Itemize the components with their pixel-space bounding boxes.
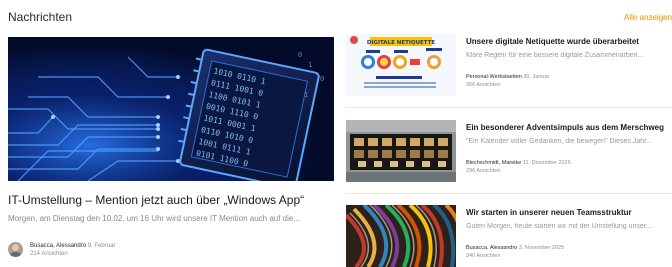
section-title: Nachrichten (8, 10, 73, 24)
view-count: 296 Ansichten (466, 168, 501, 174)
featured-title[interactable]: IT-Umstellung – Mention jetzt auch über … (8, 193, 304, 207)
news-title[interactable]: Unsere digitale Netiquette wurde überarb… (466, 37, 639, 46)
avatar (8, 242, 23, 257)
featured-meta: Busacca, Alessandro 9. Februar 214 Ansic… (30, 242, 115, 258)
news-thumbnail[interactable]: DIGITALE NETIQUETTE (346, 34, 456, 96)
view-count: 306 Ansichten (466, 82, 501, 88)
author-name[interactable]: Personal-Werkstaetten (466, 74, 522, 80)
news-meta: Personal-Werkstaetten 30. Januar 306 Ans… (466, 73, 549, 89)
post-date: 30. Januar (523, 74, 550, 80)
news-excerpt: "Ein Kalender voller Gedanken, die beweg… (466, 138, 652, 145)
news-thumbnail[interactable] (346, 120, 456, 182)
news-title[interactable]: Ein besonderer Adventsimpuls aus dem Mer… (466, 123, 664, 132)
view-count: 340 Ansichten (466, 253, 501, 259)
author-name[interactable]: Busacca, Alessandro (466, 245, 517, 251)
post-date: 3. November 2025 (518, 245, 565, 251)
featured-image[interactable]: 1010 0110 1 0111 1001 0 1100 0101 1 0010… (8, 37, 334, 181)
news-item[interactable]: Wir starten in unserer neuen Teamsstrukt… (346, 205, 672, 267)
author-name[interactable]: Blechschmidt, Mareike (466, 160, 521, 166)
post-date: 11. Dezember 2025 (522, 160, 571, 166)
divider (346, 193, 672, 194)
news-item[interactable]: DIGITALE NETIQUETTE Unsere digitale Neti… (346, 34, 672, 96)
svg-text:0: 0 (320, 75, 324, 83)
news-excerpt: Guten Morgen, heute starten wir mit der … (466, 223, 652, 230)
news-meta: Busacca, Alessandro 3. November 2025 340… (466, 244, 564, 260)
news-item[interactable]: Ein besonderer Adventsimpuls aus dem Mer… (346, 120, 672, 182)
featured-excerpt: Morgen, am Dienstag den 10.02. um 16 Uhr… (8, 214, 301, 223)
news-meta: Blechschmidt, Mareike 11. Dezember 2025 … (466, 159, 571, 175)
news-thumbnail[interactable] (346, 205, 456, 267)
svg-text:1: 1 (308, 61, 312, 69)
show-all-link[interactable]: Alle anzeigen (624, 13, 672, 22)
author-name[interactable]: Busacca, Alessandro (30, 243, 86, 249)
view-count: 214 Ansichten (30, 251, 68, 257)
post-date: 9. Februar (87, 243, 116, 249)
news-title[interactable]: Wir starten in unserer neuen Teamsstrukt… (466, 208, 632, 217)
svg-text:0: 0 (298, 51, 302, 59)
divider (346, 107, 672, 108)
thumbnail-heading: DIGITALE NETIQUETTE (367, 40, 436, 46)
news-excerpt: Klare Regeln für eine bessere digitale Z… (466, 52, 644, 59)
svg-text:1: 1 (304, 91, 308, 99)
